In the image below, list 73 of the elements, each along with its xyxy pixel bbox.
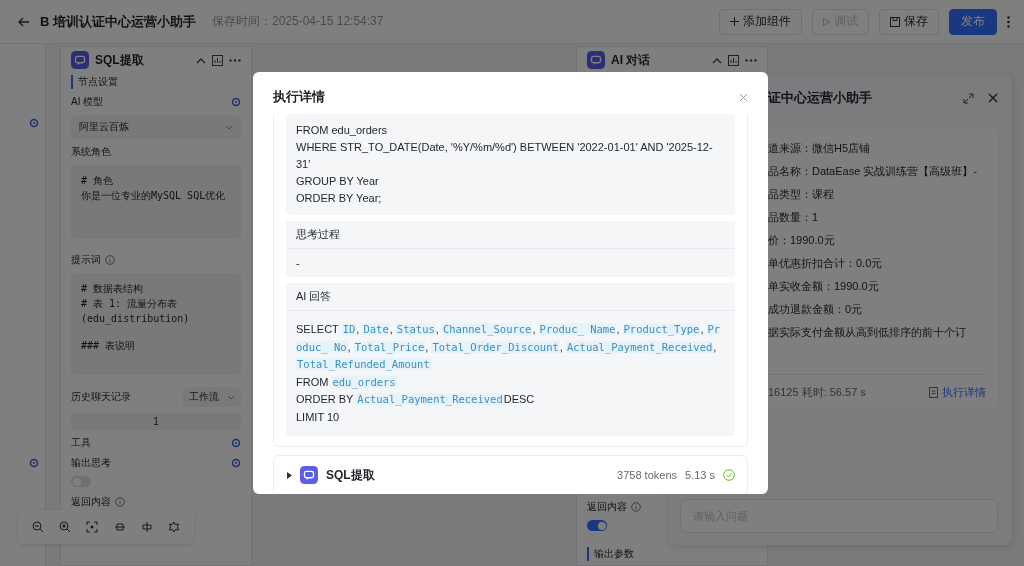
- collapse-icon[interactable]: [712, 56, 722, 64]
- step-name: SQL提取: [326, 466, 376, 484]
- source-select[interactable]: 工作流: [183, 387, 241, 407]
- collapse-icon[interactable]: [196, 56, 206, 64]
- answer-line: 据实际支付金额从高到低排序的前十个订: [768, 325, 967, 339]
- field-label: 系统角色: [71, 145, 112, 159]
- answer-line: 单实收金额：1990.0元: [768, 279, 880, 293]
- more-icon[interactable]: [745, 58, 757, 62]
- answer-line: 品数量：1: [768, 210, 820, 224]
- save-icon: [890, 16, 900, 27]
- publish-button[interactable]: 发布: [949, 8, 997, 35]
- zoom-out-icon[interactable]: [31, 521, 44, 533]
- run-stats: 16125 耗时: 56.57 s: [768, 385, 866, 399]
- section-title: 思考过程: [286, 221, 735, 249]
- answer-line: 成功退款金额：0元: [768, 302, 864, 316]
- zoom-in-icon[interactable]: [59, 521, 71, 533]
- layout-icon[interactable]: [140, 521, 153, 533]
- token-count: 3758 tokens: [617, 469, 678, 481]
- field-label: 返回内容: [587, 500, 627, 514]
- field-label: 输出思考: [71, 456, 112, 470]
- plus-icon: [730, 17, 739, 26]
- node-title: AI 对话: [611, 51, 652, 69]
- fit-view-icon[interactable]: [86, 521, 99, 533]
- answer-line: 品类型：课程: [768, 187, 835, 201]
- answer-line: 单优惠折扣合计：0.0元: [768, 256, 884, 270]
- close-icon[interactable]: [739, 92, 748, 102]
- chevron-down-icon: [225, 124, 233, 130]
- sql-answer-code: SELECT ID, Date, Status, Channel_Source, Produc_ Name, Product_Type, Produc_ No, Total_Price, Total_Order_Discount, Actual_Payment_Received, Total_Refunded_Amount FROM edu_orders ORDER BY Actual_Payment_ReceivedDESC LIMIT 10: [295, 322, 722, 425]
- info-icon: [631, 502, 641, 512]
- chevron-down-icon: [227, 394, 235, 400]
- history-count-field[interactable]: 1: [71, 413, 241, 430]
- chat-bubble-icon: [71, 51, 89, 69]
- panel-icon[interactable]: [212, 54, 223, 66]
- answer-line: 品名称：DataEase 实战训练营【高级班】-: [768, 164, 979, 178]
- settings-icon[interactable]: [168, 521, 181, 533]
- more-icon[interactable]: [1007, 15, 1010, 28]
- panel-icon[interactable]: [728, 54, 739, 66]
- caret-right-icon[interactable]: [286, 471, 292, 479]
- info-icon: [115, 497, 125, 507]
- details-link[interactable]: 执行详情: [929, 385, 986, 399]
- expand-icon[interactable]: [963, 92, 974, 104]
- field-label: 工具: [71, 436, 92, 450]
- document-icon: [929, 386, 938, 398]
- chat-bubble-icon: [587, 51, 605, 69]
- answer-line: 价：1990.0元: [768, 233, 836, 247]
- section-label: 输出参数: [587, 547, 757, 561]
- system-role-field[interactable]: # 角色 你是一位专业的MySQL SQL优化: [71, 165, 241, 239]
- thinking-text: -: [295, 256, 301, 271]
- panel-title: 证中心运营小助手: [768, 89, 873, 107]
- prompt-field[interactable]: # 数据表结构 # 表 1: 流量分布表 (edu_distribution) ### 表说明: [71, 273, 241, 375]
- app-title: B 培训认证中心运营小助手: [40, 12, 196, 31]
- chat-bubble-icon: [300, 466, 318, 484]
- field-label: 历史聊天记录: [71, 390, 132, 404]
- step-duration: 5.13 s: [685, 469, 715, 481]
- more-icon[interactable]: [229, 58, 241, 62]
- section-title: AI 回答: [286, 283, 735, 311]
- back-arrow-icon[interactable]: [18, 16, 30, 27]
- save-button[interactable]: 保存: [879, 8, 939, 35]
- field-label: 返回内容: [71, 495, 111, 509]
- toggle-switch[interactable]: [587, 520, 607, 531]
- play-icon: [823, 17, 830, 26]
- info-icon: [105, 255, 115, 265]
- field-label: AI 模型: [71, 95, 105, 109]
- node-title: SQL提取: [95, 51, 145, 69]
- align-icon[interactable]: [113, 521, 126, 533]
- field-label: 提示词: [71, 253, 101, 267]
- dialog-title: 执行详情: [273, 88, 325, 106]
- section-label: 节点设置: [71, 75, 241, 89]
- close-icon[interactable]: [988, 93, 998, 103]
- answer-line: 道来源：微信H5店铺: [768, 141, 872, 155]
- model-select[interactable]: 阿里云百炼: [71, 115, 241, 139]
- add-button[interactable]: 添加组件: [719, 8, 802, 35]
- sql-code-block: FROM edu_orders WHERE STR_TO_DATE(Date, '%Y/%m/%d') BETWEEN '2022-01-01' AND '2025-12-31' GROUP BY Year ORDER BY Year;: [286, 114, 735, 215]
